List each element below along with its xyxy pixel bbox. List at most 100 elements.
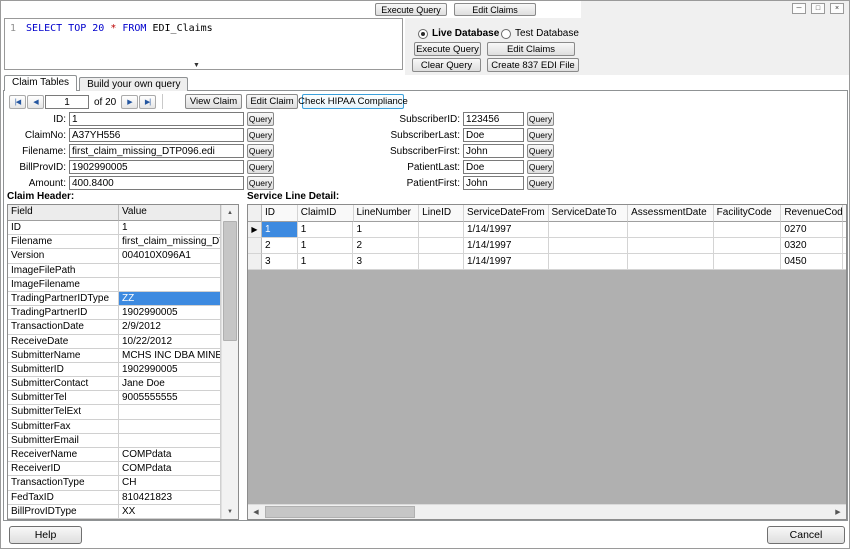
field-input-filename[interactable] <box>69 144 244 158</box>
grid-cell[interactable] <box>628 238 714 254</box>
grid-cell[interactable]: 3 <box>261 254 298 270</box>
column-header-field[interactable]: Field <box>8 205 119 221</box>
edit-claims-button[interactable]: Edit Claims <box>487 42 575 56</box>
table-row[interactable]: FedTaxID 810421823 <box>8 490 238 505</box>
query-button-billprovid[interactable]: Query <box>247 160 274 174</box>
grid-cell[interactable]: TradingPartnerIDType <box>8 291 119 307</box>
grid-cell[interactable] <box>713 222 782 238</box>
grid-cell[interactable]: 1 <box>297 254 354 270</box>
query-button-patientfirst[interactable]: Query <box>527 176 554 190</box>
column-header-lineid[interactable]: LineID <box>419 205 464 222</box>
grid-cell[interactable]: XX <box>119 504 221 519</box>
grid-cell[interactable] <box>548 222 629 238</box>
table-row[interactable]: SubmitterContact Jane Doe <box>8 377 238 392</box>
table-row[interactable]: TransactionDate 2/9/2012 <box>8 320 238 335</box>
query-button-patientlast[interactable]: Query <box>527 160 554 174</box>
table-row[interactable]: TradingPartnerID 1902990005 <box>8 306 238 321</box>
grid-cell[interactable] <box>628 254 714 270</box>
grid-cell[interactable]: SubmitterName <box>8 348 119 363</box>
grid-cell[interactable]: ZZ <box>119 291 221 307</box>
row-header[interactable] <box>248 238 262 254</box>
grid-cell[interactable] <box>119 263 221 278</box>
grid-cell[interactable]: Jane Doe <box>119 377 221 392</box>
sql-query-editor[interactable]: 1 SELECT TOP 20 * FROM EDI_Claims <box>4 18 403 70</box>
grid-cell[interactable]: ReceiverID <box>8 462 119 477</box>
scrollbar-thumb[interactable] <box>265 506 415 518</box>
row-header[interactable]: ▶ <box>248 222 262 238</box>
grid-cell[interactable]: 1/14/1997 <box>463 254 549 270</box>
column-header-servicedatefrom[interactable]: ServiceDateFrom <box>463 205 549 222</box>
grid-cell[interactable]: 1 <box>353 222 420 238</box>
create-837-edi-file-button[interactable]: Create 837 EDI File <box>487 58 579 72</box>
check-hipaa-compliance-button[interactable]: Check HIPAA Compliance <box>298 94 408 109</box>
table-row[interactable]: SubmitterFax <box>8 419 238 434</box>
grid-cell[interactable]: 3 <box>353 254 420 270</box>
grid-cell[interactable] <box>713 254 782 270</box>
minimize-icon[interactable]: ─ <box>792 3 806 14</box>
table-row[interactable]: ImageFilePath <box>8 263 238 278</box>
grid-cell[interactable]: TransactionType <box>8 476 119 491</box>
scroll-left-icon[interactable]: ◀ <box>248 505 264 519</box>
table-row[interactable]: 2 1 2 1/14/1997 0320 <box>248 238 846 254</box>
grid-cell[interactable]: 2/9/2012 <box>119 320 221 335</box>
column-header-id[interactable]: ID <box>261 205 298 222</box>
grid-cell[interactable]: 1 <box>297 238 354 254</box>
column-header-servicedateto[interactable]: ServiceDateTo <box>548 205 629 222</box>
grid-cell[interactable]: CH <box>119 476 221 491</box>
edit-claim-button[interactable]: Edit Claim <box>246 94 298 109</box>
field-input-patientlast[interactable] <box>463 160 524 174</box>
test-database-radio[interactable] <box>501 29 511 39</box>
table-row[interactable]: ImageFilename <box>8 277 238 292</box>
grid-cell[interactable] <box>628 222 714 238</box>
query-button-filename[interactable]: Query <box>247 144 274 158</box>
field-input-subscriberlast[interactable] <box>463 128 524 142</box>
first-record-button[interactable]: |◀ <box>9 95 26 109</box>
scroll-down-icon[interactable]: ▼ <box>222 504 238 519</box>
grid-cell[interactable] <box>419 222 464 238</box>
grid-cell[interactable] <box>419 238 464 254</box>
grid-cell[interactable]: 1902990005 <box>119 362 221 378</box>
grid-cell[interactable]: 2 <box>261 238 298 254</box>
table-row[interactable]: 3 1 3 1/14/1997 0450 <box>248 254 846 270</box>
grid-cell[interactable]: COMPdata <box>119 462 221 477</box>
table-row[interactable]: BillProvIDType XX <box>8 504 238 519</box>
grid-cell[interactable]: 810421823 <box>119 490 221 505</box>
grid-cell[interactable]: 1 <box>261 222 298 238</box>
query-button-subscriberlast[interactable]: Query <box>527 128 554 142</box>
grid-cell[interactable]: 1/14/1997 <box>463 222 549 238</box>
grid-cell[interactable]: 004010X096A1 <box>119 249 221 264</box>
grid-cell[interactable]: 0320 <box>781 238 843 254</box>
column-header-claimid[interactable]: ClaimID <box>297 205 354 222</box>
table-row[interactable]: ReceiverID COMPdata <box>8 462 238 477</box>
grid-cell[interactable]: ImageFilePath <box>8 263 119 278</box>
grid-cell[interactable]: FedTaxID <box>8 490 119 505</box>
grid-cell[interactable]: SubmitterContact <box>8 377 119 392</box>
maximize-icon[interactable]: □ <box>811 3 825 14</box>
field-input-amount[interactable] <box>69 176 244 190</box>
vertical-scrollbar[interactable]: ▲ ▼ <box>221 205 238 519</box>
field-input-subscriberfirst[interactable] <box>463 144 524 158</box>
grid-cell[interactable]: MCHS INC DBA MINER <box>119 348 221 363</box>
grid-cell[interactable] <box>119 419 221 434</box>
grid-cell[interactable]: SubmitterTel <box>8 391 119 406</box>
table-row[interactable]: TransactionType CH <box>8 476 238 491</box>
grid-cell[interactable]: 0450 <box>781 254 843 270</box>
field-input-billprovid[interactable] <box>69 160 244 174</box>
grid-cell[interactable] <box>119 277 221 292</box>
grid-cell[interactable]: 9005555555 <box>119 391 221 406</box>
next-record-button[interactable]: ▶ <box>121 95 138 109</box>
grid-cell[interactable]: TradingPartnerID <box>8 306 119 321</box>
grid-cell[interactable]: Filename <box>8 235 119 250</box>
grid-cell[interactable] <box>548 254 629 270</box>
grid-cell[interactable]: ReceiveDate <box>8 334 119 349</box>
grid-cell[interactable] <box>419 254 464 270</box>
table-row[interactable]: Filename first_claim_missing_DT <box>8 235 238 250</box>
scroll-up-icon[interactable]: ▲ <box>222 205 238 220</box>
cancel-button[interactable]: Cancel <box>767 526 845 544</box>
grid-cell[interactable]: BillProvIDType <box>8 504 119 519</box>
grid-cell[interactable]: 10/22/2012 <box>119 334 221 349</box>
table-row[interactable]: SubmitterName MCHS INC DBA MINER <box>8 348 238 363</box>
grid-cell[interactable] <box>548 238 629 254</box>
column-header-linenumber[interactable]: LineNumber <box>353 205 420 222</box>
close-icon[interactable]: × <box>830 3 844 14</box>
